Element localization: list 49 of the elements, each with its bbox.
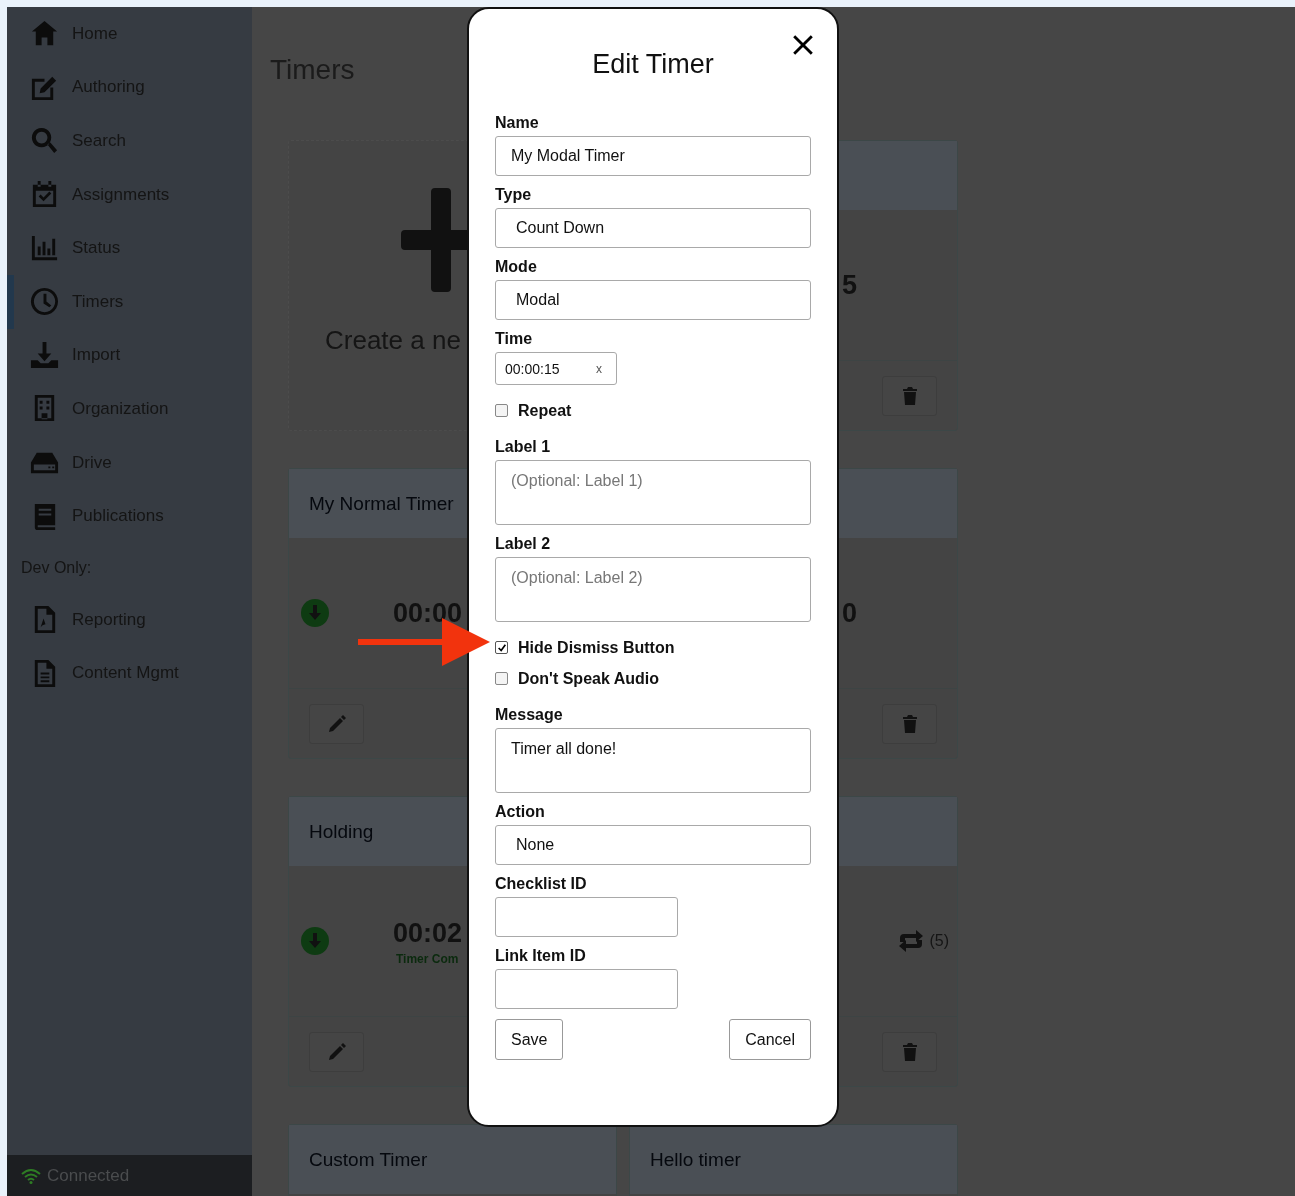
checkbox[interactable] <box>495 672 508 685</box>
checkbox[interactable] <box>495 404 508 417</box>
checkbox-label: Repeat <box>518 401 572 420</box>
nav-icon <box>29 286 60 318</box>
text-area[interactable]: (Optional: Label 1) <box>495 460 811 525</box>
save-button[interactable]: Save <box>495 1019 564 1060</box>
nav-icon <box>29 339 60 371</box>
pencil-icon <box>326 713 347 734</box>
card-title: Hello timer <box>650 1148 741 1171</box>
card-title: Holding <box>309 820 374 843</box>
text-field[interactable]: My Modal Timer <box>495 136 811 176</box>
select-field[interactable]: None <box>495 825 811 865</box>
edit-button[interactable] <box>309 1031 364 1072</box>
clear-button[interactable]: x <box>596 361 602 376</box>
select-field[interactable]: Count Down <box>495 208 811 248</box>
field-label: Label 1 <box>495 438 552 456</box>
select-field[interactable]: Modal <box>495 280 811 320</box>
field-label: Mode <box>495 258 538 276</box>
download-icon <box>301 927 329 955</box>
pencil-icon <box>326 1041 347 1062</box>
text-area[interactable]: (Optional: Label 2) <box>495 557 811 622</box>
checkbox-label: Hide Dismiss Button <box>518 638 675 657</box>
time-value: 00:00:15 <box>505 360 560 377</box>
edit-button[interactable] <box>309 703 364 744</box>
text-field[interactable] <box>495 969 678 1009</box>
checkbox[interactable] <box>495 641 508 654</box>
delete-button[interactable] <box>882 703 937 744</box>
delete-button[interactable] <box>882 375 937 416</box>
wifi-icon <box>21 1167 41 1184</box>
text-field[interactable] <box>495 897 678 937</box>
field-label: Type <box>495 186 533 204</box>
delete-button[interactable] <box>882 1031 937 1072</box>
card-title: My Normal Timer <box>309 492 454 515</box>
field-label: Label 2 <box>495 535 552 553</box>
field-label: Time <box>495 330 534 348</box>
checkbox-label: Don't Speak Audio <box>518 669 659 688</box>
timer-status: Timer Com <box>396 952 459 966</box>
close-button[interactable] <box>791 33 815 57</box>
dialog-title: Edit Timer <box>591 49 715 79</box>
field-label: Message <box>495 706 564 724</box>
field-label: Checklist ID <box>495 875 588 893</box>
field-label: Action <box>495 803 546 821</box>
card-title: Custom Timer <box>309 1148 428 1171</box>
field-label: Link Item ID <box>495 947 587 965</box>
download-icon <box>301 599 329 627</box>
cancel-button[interactable]: Cancel <box>729 1019 811 1060</box>
field-label: Name <box>495 114 540 132</box>
text-area[interactable]: Timer all done! <box>495 728 811 793</box>
time-field[interactable]: 00:00:15 x <box>495 352 617 385</box>
